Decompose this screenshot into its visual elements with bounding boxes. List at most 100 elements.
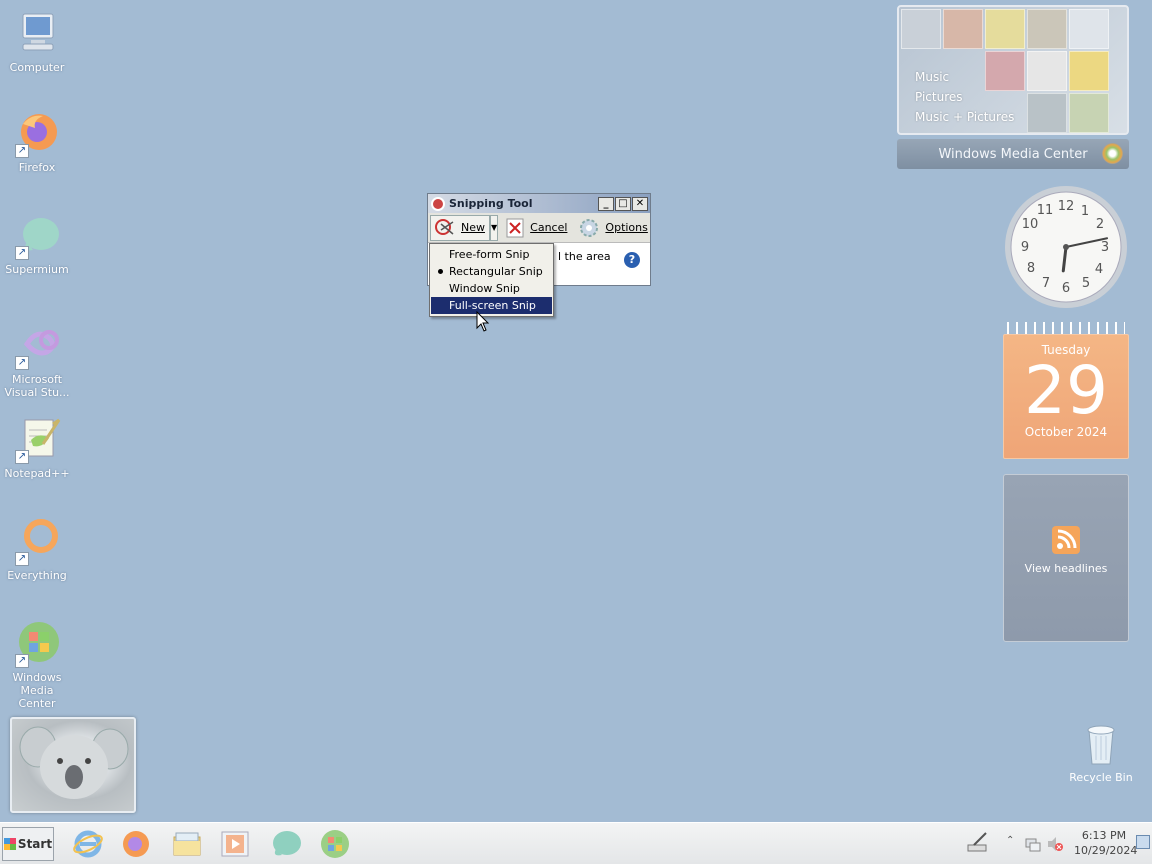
firefox-icon	[123, 831, 149, 857]
file-explorer-icon	[173, 832, 201, 856]
menu-item-label: Window Snip	[449, 282, 520, 295]
shortcut-arrow-icon: ↗	[15, 144, 29, 158]
new-snip-button[interactable]: New	[430, 214, 490, 241]
desktop-icon-firefox[interactable]: ↗ Firefox	[1, 110, 73, 174]
menu-item-rectangular-snip[interactable]: Rectangular Snip	[431, 263, 552, 280]
svg-text:10: 10	[1022, 217, 1039, 232]
menu-item-free-form-snip[interactable]: Free-form Snip	[431, 246, 552, 263]
svg-text:1: 1	[1081, 204, 1089, 219]
svg-text:11: 11	[1037, 203, 1054, 218]
taskbar: Start ⌃	[0, 822, 1152, 864]
clock-gadget[interactable]: 12 1 2 345 678 9 10 11	[1002, 183, 1130, 311]
desktop-icon-supermium[interactable]: ↗ Supermium	[1, 212, 73, 276]
start-label: Start	[17, 837, 53, 851]
menu-item-window-snip[interactable]: Window Snip	[431, 280, 552, 297]
taskbar-firefox[interactable]	[121, 829, 151, 859]
desktop-icon-notepad-plus-plus[interactable]: ↗ Notepad++	[1, 416, 73, 480]
svg-text:8: 8	[1027, 261, 1035, 276]
window-title: Snipping Tool	[449, 197, 533, 210]
windows-flag-icon	[3, 838, 16, 850]
desktop-icon-windows-media-center[interactable]: ↗ Windows Media Center	[1, 620, 73, 710]
menu-item-label: Free-form Snip	[449, 248, 530, 261]
calendar-rings	[1007, 322, 1125, 334]
taskbar-media-center[interactable]	[320, 829, 350, 859]
notepad-plus-plus-icon: ↗	[13, 416, 61, 464]
desktop-icon-recycle-bin[interactable]: Recycle Bin	[1065, 720, 1137, 784]
volume-muted-icon[interactable]	[1046, 835, 1064, 853]
desktop-icon-label: Computer	[9, 61, 65, 74]
minimize-button[interactable]: _	[598, 196, 614, 211]
menu-item-label: Full-screen Snip	[449, 299, 536, 312]
menu-item-label: Rectangular Snip	[449, 265, 543, 278]
cancel-label: Cancel	[530, 221, 568, 234]
wmc-pictures[interactable]: Pictures	[915, 90, 963, 104]
cancel-icon	[506, 218, 524, 237]
gear-icon	[580, 218, 599, 237]
shortcut-arrow-icon: ↗	[15, 552, 29, 566]
feed-headlines-gadget[interactable]: View headlines	[1003, 474, 1129, 642]
taskbar-file-explorer[interactable]	[172, 829, 202, 859]
cancel-button[interactable]: Cancel	[502, 215, 571, 241]
media-center-gadget[interactable]: Music Pictures Music + Pictures Windows …	[897, 5, 1129, 171]
desktop-icon-label: Notepad++	[4, 467, 70, 480]
wmc-music-pictures[interactable]: Music + Pictures	[915, 110, 1014, 124]
taskbar-clock[interactable]: 6:13 PM 10/29/2024	[1074, 828, 1138, 858]
supermium-icon	[273, 831, 301, 856]
view-headlines-link[interactable]: View headlines	[1004, 562, 1128, 575]
calendar-page: Tuesday 29 October 2024	[1003, 334, 1129, 459]
taskbar-date: 10/29/2024	[1074, 844, 1138, 857]
taskbar-internet-explorer[interactable]	[73, 829, 103, 859]
new-dropdown-arrow[interactable]: ▼	[490, 214, 499, 241]
calendar-month: October 2024	[1024, 425, 1108, 439]
network-icon[interactable]	[1024, 835, 1042, 853]
maximize-button[interactable]: □	[615, 196, 631, 211]
recycle-bin-label: Recycle Bin	[1069, 771, 1133, 784]
help-icon[interactable]: ?	[624, 252, 640, 268]
shortcut-arrow-icon: ↗	[15, 450, 29, 464]
svg-text:6: 6	[1062, 281, 1070, 296]
taskbar-supermium[interactable]	[270, 829, 301, 859]
snip-mode-menu: Free-form Snip Rectangular Snip Window S…	[429, 243, 554, 317]
show-hidden-icons-chevron-icon[interactable]: ⌃	[1006, 835, 1014, 846]
desktop-icon-computer[interactable]: Computer	[1, 10, 73, 74]
scissors-icon	[435, 218, 454, 235]
wmc-title-bar[interactable]: Windows Media Center	[897, 139, 1129, 169]
start-button[interactable]: Start	[2, 827, 54, 861]
calendar-gadget[interactable]: Tuesday 29 October 2024	[1003, 322, 1129, 459]
svg-text:9: 9	[1021, 240, 1029, 255]
options-label: Options	[605, 221, 648, 234]
supermium-icon: ↗	[13, 212, 61, 260]
snipping-tool-icon	[431, 196, 445, 211]
desktop-icon-label: Everything	[7, 569, 67, 582]
slideshow-photo-koala[interactable]	[10, 717, 136, 813]
firefox-icon: ↗	[13, 110, 61, 158]
wmc-title: Windows Media Center	[938, 146, 1088, 162]
show-desktop-button[interactable]	[1136, 835, 1150, 849]
desktop-icon-visual-studio[interactable]: ↗ Microsoft Visual Stu...	[1, 322, 73, 399]
taskbar-media-player[interactable]	[220, 829, 250, 859]
computer-icon	[13, 10, 61, 58]
desktop-icon-everything[interactable]: ↗ Everything	[1, 518, 73, 582]
koala-image	[19, 726, 129, 799]
title-bar[interactable]: Snipping Tool _ □ ✕	[428, 194, 650, 213]
wmc-music[interactable]: Music	[915, 70, 949, 84]
windows-orb-icon	[1102, 143, 1123, 164]
menu-item-full-screen-snip[interactable]: Full-screen Snip	[431, 297, 552, 314]
svg-text:12: 12	[1058, 199, 1075, 214]
shortcut-arrow-icon: ↗	[15, 246, 29, 260]
svg-text:4: 4	[1095, 262, 1103, 277]
desktop-icon-label: Supermium	[5, 263, 69, 276]
pen-tablet-icon[interactable]	[966, 831, 990, 855]
options-button[interactable]: Options	[575, 215, 651, 241]
internet-explorer-icon	[73, 830, 103, 858]
media-player-icon	[221, 831, 249, 857]
visual-studio-icon: ↗	[13, 322, 61, 370]
recycle-bin-icon	[1087, 725, 1115, 765]
close-button[interactable]: ✕	[632, 196, 648, 211]
desktop-icon-label: Windows Media Center	[12, 671, 62, 710]
mouse-cursor-icon	[476, 311, 490, 332]
selected-bullet-icon	[438, 269, 443, 274]
clock-face: 12 12 345 678 91011	[1005, 186, 1127, 308]
media-tiles[interactable]: Music Pictures Music + Pictures	[897, 5, 1129, 135]
svg-text:3: 3	[1101, 240, 1109, 255]
